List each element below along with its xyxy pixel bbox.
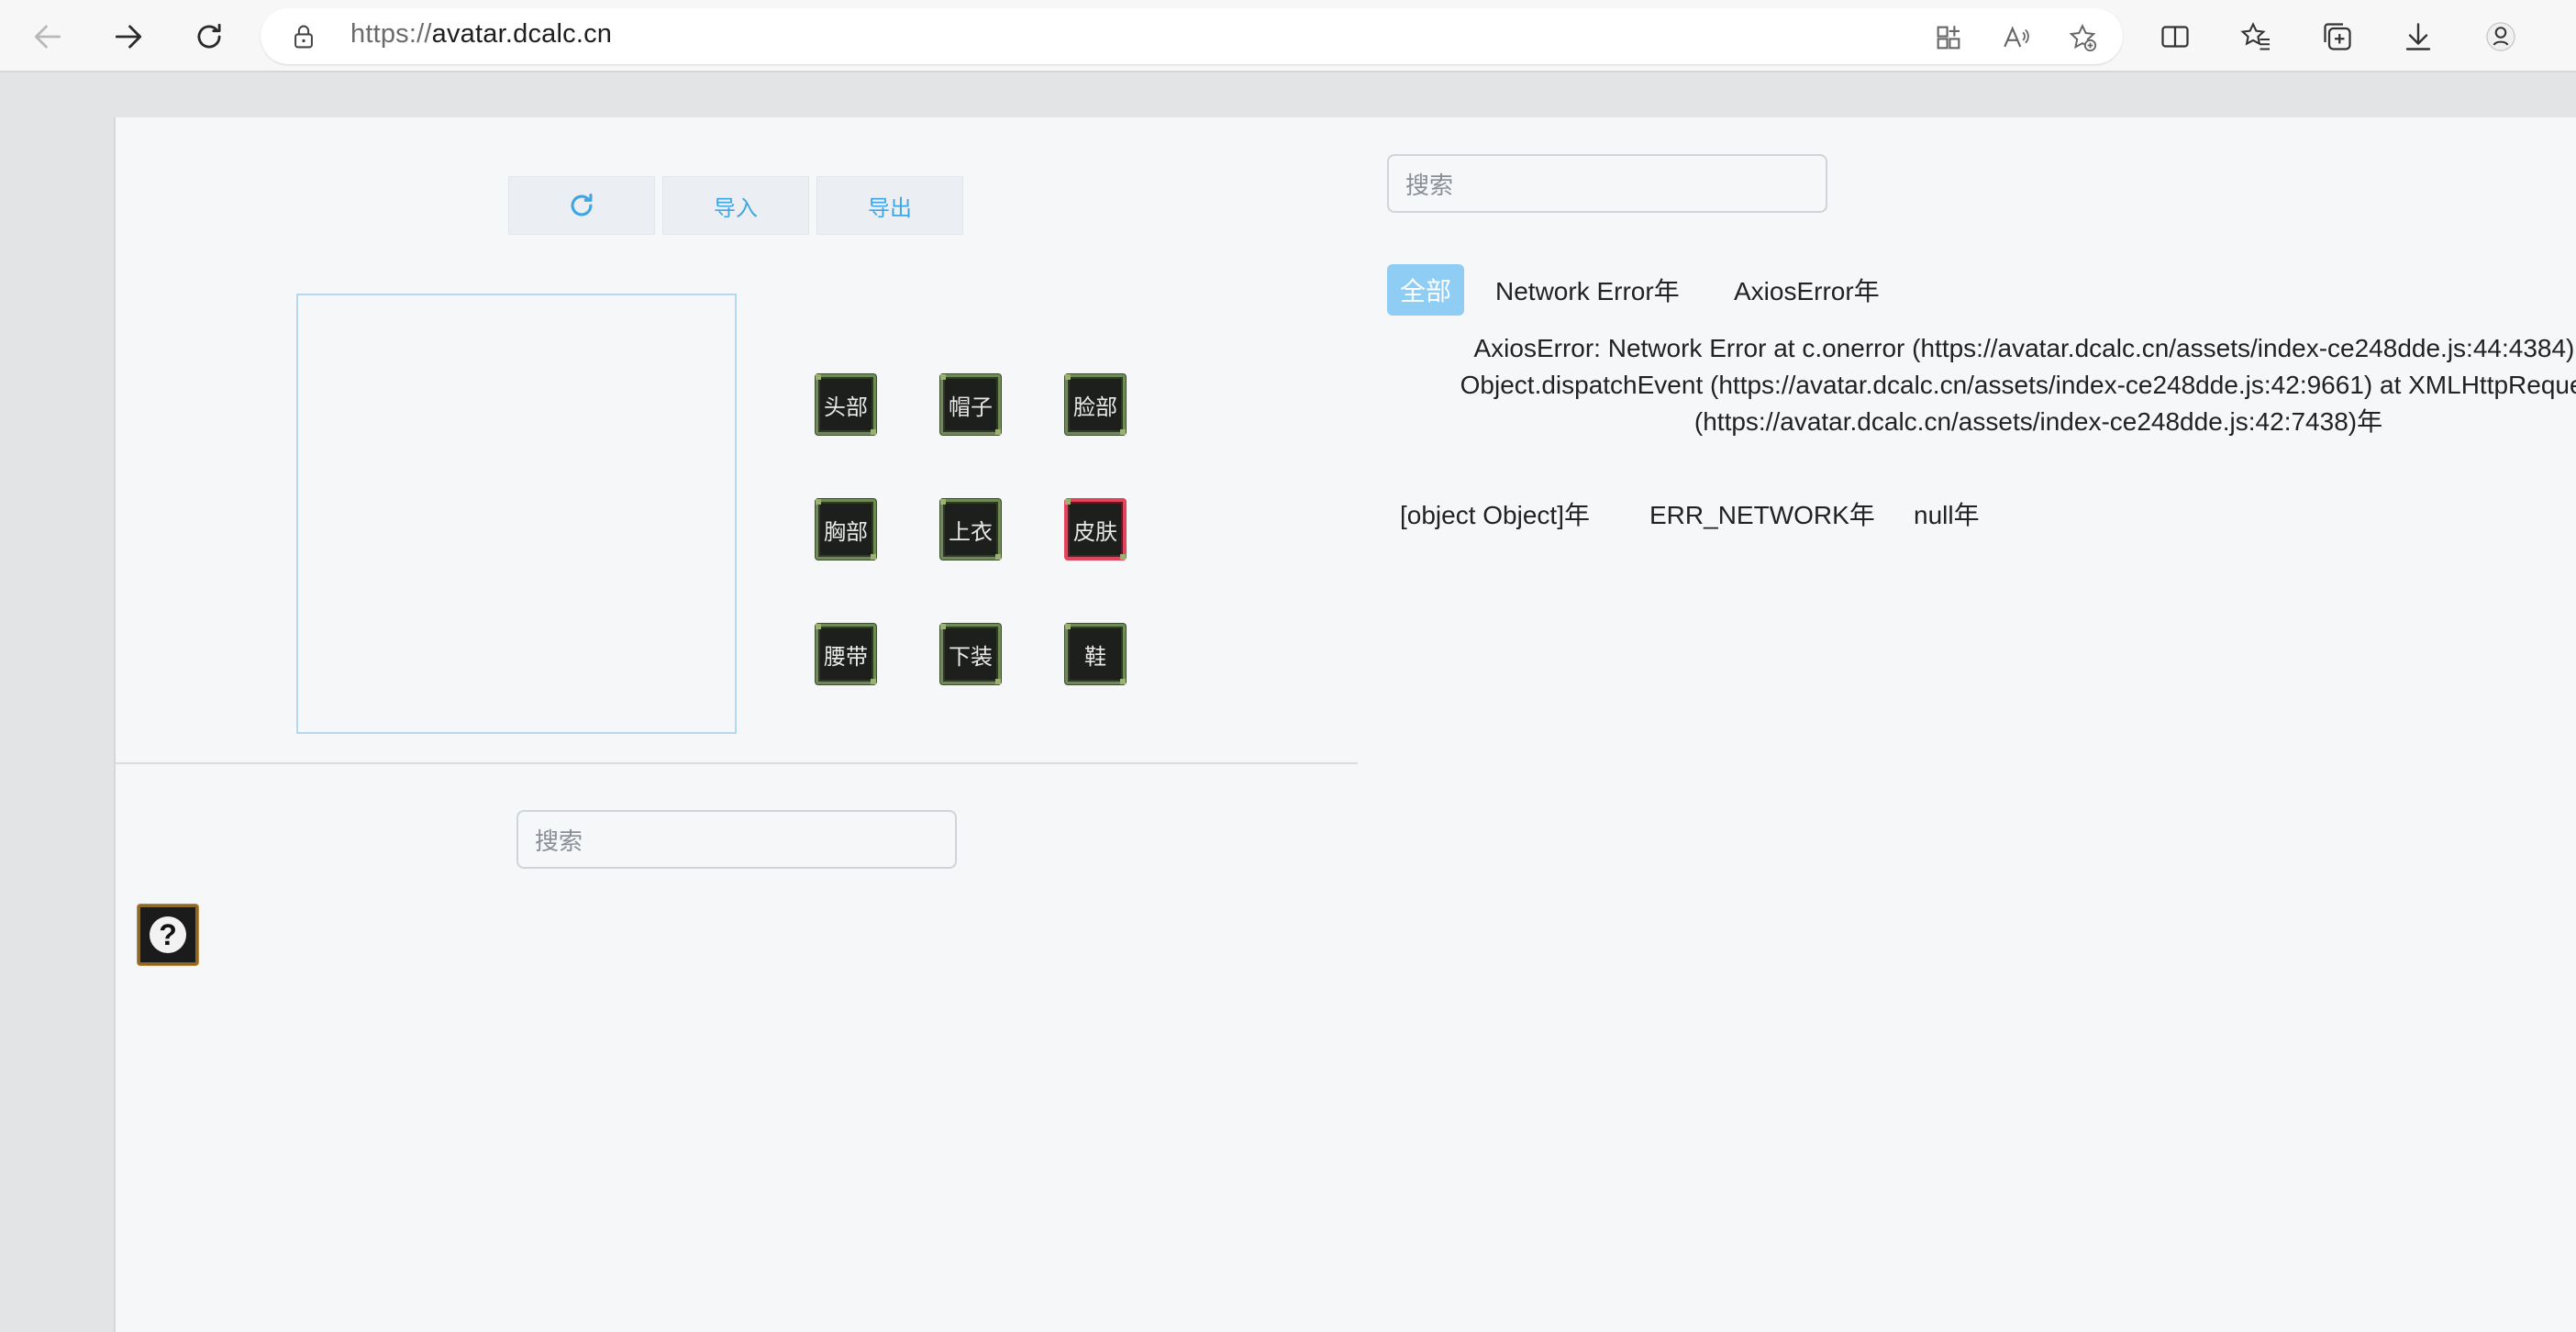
- lock-icon[interactable]: [292, 24, 316, 50]
- tag-err-network[interactable]: ERR_NETWORK年: [1649, 495, 1875, 532]
- address-bar[interactable]: https://avatar.dcalc.cn: [261, 8, 2123, 64]
- export-button[interactable]: 导出: [816, 176, 963, 235]
- avatar-preview: [296, 294, 737, 734]
- question-mark-icon: ?: [150, 916, 186, 953]
- refresh-icon: [571, 194, 593, 216]
- slot-2[interactable]: 脸部: [1065, 374, 1126, 435]
- unknown-item[interactable]: ?: [138, 905, 198, 965]
- import-button[interactable]: 导入: [662, 176, 809, 235]
- error-message: AxiosError: Network Error at c.onerror (…: [1460, 334, 2576, 436]
- tag-null[interactable]: null年: [1914, 495, 1980, 532]
- url-text[interactable]: https://avatar.dcalc.cn: [350, 19, 612, 50]
- profile-icon[interactable]: [2480, 16, 2522, 58]
- slot-4[interactable]: 上衣: [940, 499, 1001, 560]
- filter-all[interactable]: 全部: [1387, 264, 1465, 316]
- back-arrow-icon[interactable]: [24, 13, 72, 61]
- browser-toolbar: https://avatar.dcalc.cn: [0, 0, 2576, 72]
- filter-axios-error[interactable]: AxiosError年: [1734, 264, 1880, 316]
- forward-arrow-icon[interactable]: [105, 13, 152, 61]
- divider: [116, 762, 1358, 764]
- favorite-add-icon[interactable]: [2066, 21, 2099, 54]
- refresh-icon[interactable]: [185, 13, 233, 61]
- error-search-input[interactable]: 搜索: [1387, 154, 1827, 213]
- collections-icon[interactable]: [2316, 16, 2359, 58]
- slot-5[interactable]: 皮肤: [1065, 499, 1126, 560]
- read-aloud-icon[interactable]: [2000, 21, 2033, 54]
- item-search-input[interactable]: 搜索: [516, 810, 957, 869]
- page-content: 导入 导出 头部 帽子 脸部胸部 上衣 皮肤腰带 下装 鞋 搜索 ? 搜索 全部 Netwo…: [114, 117, 2576, 1332]
- apps-icon[interactable]: [1932, 21, 1965, 54]
- slot-8[interactable]: 鞋: [1065, 624, 1126, 684]
- slot-1[interactable]: 帽子: [940, 374, 1001, 435]
- tag-object[interactable]: [object Object]年: [1400, 495, 1590, 532]
- slot-3[interactable]: 胸部: [816, 499, 876, 560]
- slot-7[interactable]: 下装: [940, 624, 1001, 684]
- slot-6[interactable]: 腰带: [816, 624, 876, 684]
- download-icon[interactable]: [2397, 16, 2439, 58]
- filter-network-error[interactable]: Network Error年: [1495, 264, 1680, 316]
- split-screen-icon[interactable]: [2154, 16, 2196, 58]
- refresh-button[interactable]: [508, 176, 655, 235]
- slot-0[interactable]: 头部: [816, 374, 876, 435]
- favorites-icon[interactable]: [2235, 16, 2277, 58]
